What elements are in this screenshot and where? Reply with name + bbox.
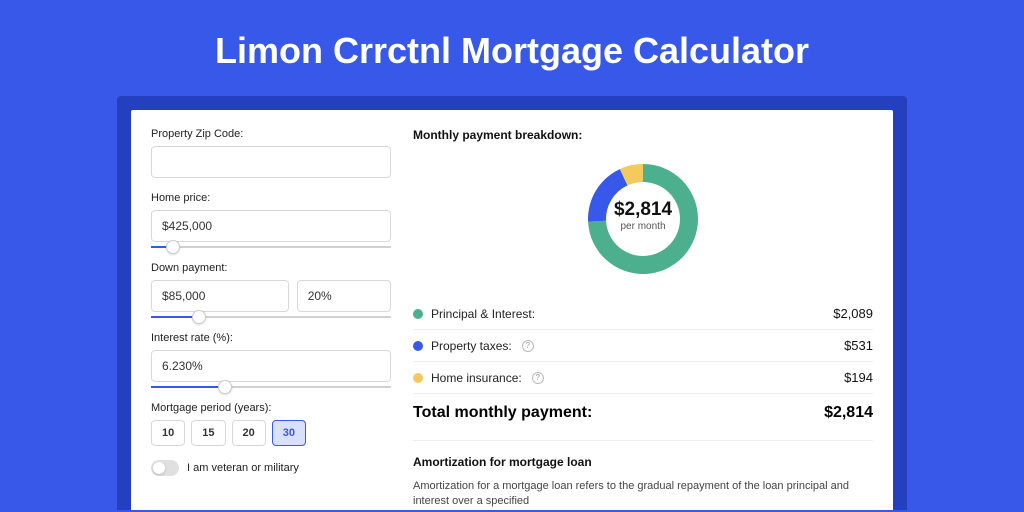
mortgage-period-label: Mortgage period (years): <box>151 402 391 414</box>
down-payment-label: Down payment: <box>151 262 391 274</box>
veteran-toggle[interactable] <box>151 460 179 476</box>
home-price-slider-thumb[interactable] <box>166 240 180 254</box>
breakdown-item-left: Property taxes:? <box>413 339 534 353</box>
interest-rate-label: Interest rate (%): <box>151 332 391 344</box>
breakdown-item-left: Principal & Interest: <box>413 307 535 321</box>
down-payment-pct-input[interactable] <box>297 280 391 312</box>
breakdown-item: Property taxes:? $531 <box>413 329 873 361</box>
veteran-toggle-row: I am veteran or military <box>151 460 391 476</box>
interest-rate-field-block: Interest rate (%): <box>151 332 391 388</box>
breakdown-item-value: $531 <box>844 338 873 353</box>
interest-rate-slider-fill <box>151 386 225 388</box>
amortization-title: Amortization for mortgage loan <box>413 455 873 469</box>
legend-dot <box>413 373 423 383</box>
total-row: Total monthly payment: $2,814 <box>413 394 873 432</box>
period-button-15[interactable]: 15 <box>191 420 225 446</box>
total-label: Total monthly payment: <box>413 404 592 422</box>
breakdown-lines: Principal & Interest: $2,089 Property taxe… <box>413 298 873 393</box>
breakdown-item-label: Property taxes: <box>431 339 512 353</box>
interest-rate-input[interactable] <box>151 350 391 382</box>
down-payment-slider-thumb[interactable] <box>192 310 206 324</box>
legend-dot <box>413 341 423 351</box>
veteran-toggle-label: I am veteran or military <box>187 462 299 474</box>
breakdown-item-label: Home insurance: <box>431 371 522 385</box>
down-payment-input[interactable] <box>151 280 289 312</box>
breakdown-item-left: Home insurance:? <box>413 371 544 385</box>
period-button-10[interactable]: 10 <box>151 420 185 446</box>
info-icon[interactable]: ? <box>532 372 544 384</box>
home-price-input[interactable] <box>151 210 391 242</box>
veteran-toggle-knob <box>153 462 165 474</box>
mortgage-period-options: 1015 2030 <box>151 420 391 446</box>
breakdown-item: Home insurance:? $194 <box>413 361 873 393</box>
zip-label: Property Zip Code: <box>151 128 391 140</box>
home-price-field-block: Home price: <box>151 192 391 248</box>
amortization-block: Amortization for mortgage loan Amortizat… <box>413 440 873 510</box>
interest-rate-slider[interactable] <box>151 386 391 388</box>
breakdown-item-value: $194 <box>844 370 873 385</box>
home-price-label: Home price: <box>151 192 391 204</box>
page-title: Limon Crrctnl Mortgage Calculator <box>0 0 1024 96</box>
donut-chart: $2,814per month <box>582 158 704 280</box>
input-column: Property Zip Code: Home price: Down paym… <box>151 128 391 510</box>
donut-chart-wrap: $2,814per month <box>413 152 873 298</box>
breakdown-item: Principal & Interest: $2,089 <box>413 298 873 329</box>
down-payment-slider[interactable] <box>151 316 391 318</box>
donut-center-sub: per month <box>603 221 683 232</box>
breakdown-item-value: $2,089 <box>833 306 873 321</box>
period-button-20[interactable]: 20 <box>232 420 266 446</box>
zip-input[interactable] <box>151 146 391 178</box>
mortgage-period-field-block: Mortgage period (years): 1015 2030 <box>151 402 391 446</box>
donut-center-amount: $2,814 <box>603 199 683 221</box>
calculator-card: Property Zip Code: Home price: Down paym… <box>131 110 893 510</box>
info-icon[interactable]: ? <box>522 340 534 352</box>
total-value: $2,814 <box>824 404 873 422</box>
legend-dot <box>413 309 423 319</box>
period-button-30[interactable]: 30 <box>272 420 306 446</box>
amortization-text: Amortization for a mortgage loan refers … <box>413 479 873 510</box>
breakdown-column: Monthly payment breakdown: $2,814per mon… <box>413 128 873 510</box>
home-price-slider[interactable] <box>151 246 391 248</box>
breakdown-item-label: Principal & Interest: <box>431 307 535 321</box>
zip-field-block: Property Zip Code: <box>151 128 391 178</box>
calculator-panel-outer: Property Zip Code: Home price: Down paym… <box>117 96 907 510</box>
breakdown-title: Monthly payment breakdown: <box>413 128 873 142</box>
interest-rate-slider-thumb[interactable] <box>218 380 232 394</box>
down-payment-field-block: Down payment: <box>151 262 391 318</box>
